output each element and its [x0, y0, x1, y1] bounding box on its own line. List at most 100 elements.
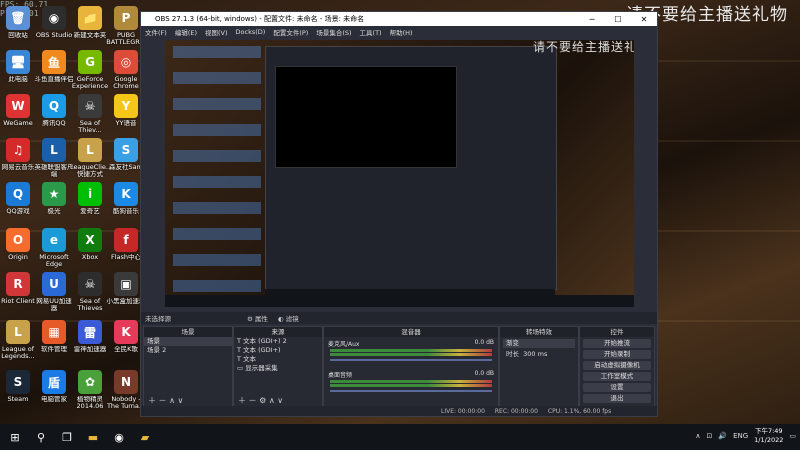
desktop-icon-kge[interactable]: K 全民K歌	[108, 320, 144, 353]
yy-icon: Y	[114, 94, 138, 118]
desktop-icon-qq[interactable]: Q 腾讯QQ	[36, 94, 72, 127]
desktop-icon-riot[interactable]: R Riot Client	[0, 272, 36, 305]
start-recording-button[interactable]: 开始录制	[583, 350, 651, 359]
desktop-icon-edge[interactable]: e Microsoft Edge	[36, 228, 72, 268]
studio-mode-button[interactable]: 工作室模式	[583, 372, 651, 381]
lol-icon: L	[6, 320, 30, 344]
obs-titlebar[interactable]: OBS 27.1.3 (64-bit, windows) - 配置文件: 未命名…	[141, 12, 657, 26]
network-icon[interactable]: ⊡	[706, 432, 712, 440]
desktop-icon-yy[interactable]: Y YY语音	[108, 94, 144, 127]
desktop-icon-xiaoheihe[interactable]: ▣ 小黑盒加速器	[107, 272, 146, 305]
language-indicator[interactable]: ENG	[733, 432, 748, 440]
desktop-icon-douyu[interactable]: 鱼斗鱼直播伴侣	[35, 50, 74, 83]
up-icon[interactable]: ∧	[169, 396, 175, 405]
menu-docks[interactable]: Docks(D)	[236, 28, 266, 36]
desktop-icon-label: 雷神加速器	[73, 346, 107, 353]
source-item[interactable]: T 文本 (GDI+) 2	[234, 337, 322, 346]
add-icon[interactable]: ＋	[148, 396, 156, 405]
transition-duration[interactable]: 时长 300 ms	[503, 350, 575, 359]
settings-button[interactable]: 设置	[583, 383, 651, 392]
clock[interactable]: 下午7:49 1/1/2022	[754, 427, 783, 445]
obs-preview[interactable]: 请不要给主播送礼物	[165, 40, 634, 307]
virtual-camera-button[interactable]: 启动虚拟摄像机	[583, 361, 651, 370]
remove-icon[interactable]: －	[159, 396, 167, 405]
remove-icon[interactable]: －	[249, 396, 257, 405]
desktop-icon-computer[interactable]: 🖥 此电脑	[0, 50, 36, 83]
maximize-icon[interactable]: ☐	[605, 15, 631, 24]
desktop-icon-jiguang[interactable]: ★ 极光	[36, 182, 72, 215]
notification-icon[interactable]: ▭	[789, 432, 796, 440]
desktop-icon-software-manager[interactable]: ▦ 软件管理	[36, 320, 72, 353]
desktop-icon-league-client[interactable]: L LeagueClie... 快捷方式	[70, 138, 110, 178]
properties-button[interactable]: ⚙ 属性	[247, 313, 268, 323]
menu-view[interactable]: 视图(V)	[205, 27, 228, 37]
desktop-icon-qq-game[interactable]: Q QQ游戏	[0, 182, 36, 215]
folder-taskbar-icon[interactable]: ▰	[134, 426, 156, 448]
desktop-icon-flash[interactable]: f Flash中心	[108, 228, 144, 261]
desktop-icon-sam[interactable]: S 森友社Sam	[108, 138, 144, 171]
desktop-icon-chrome[interactable]: ◎ Google Chrome	[108, 50, 144, 90]
geforce-icon: G	[78, 50, 102, 74]
scene-item[interactable]: 场景	[144, 337, 232, 346]
desktop-icon-obs[interactable]: ◉ OBS Studio	[36, 6, 72, 39]
menu-scene-collection[interactable]: 场景集合(S)	[316, 27, 351, 37]
source-item[interactable]: T 文本 (GDI+)	[234, 346, 322, 355]
desktop-icon-origin[interactable]: O Origin	[0, 228, 36, 261]
desktop-icon-lol-client[interactable]: L 英雄联盟客户端	[35, 138, 74, 178]
down-icon[interactable]: ∨	[178, 396, 184, 405]
menu-profile[interactable]: 配置文件(P)	[273, 27, 308, 37]
source-item[interactable]: T 文本	[234, 355, 322, 364]
desktop-icon-netease-music[interactable]: ♫ 网易云音乐	[0, 138, 36, 171]
filters-button[interactable]: ◐ 滤镜	[278, 313, 299, 323]
desktop-icon-label: Riot Client	[1, 298, 35, 305]
desktop-icon-label: 网易云音乐	[1, 164, 35, 171]
netease-music-icon: ♫	[6, 138, 30, 162]
desktop-icon-xbox[interactable]: X Xbox	[72, 228, 108, 261]
desktop-icon-pc-manager[interactable]: 盾电脑管家	[36, 370, 72, 403]
obs-window[interactable]: OBS 27.1.3 (64-bit, windows) - 配置文件: 未命名…	[140, 11, 658, 417]
desktop-icon-nobody[interactable]: N Nobody - The Turna...	[107, 370, 145, 410]
desktop-icon-kugou[interactable]: K 酷狗音乐	[108, 182, 144, 215]
desktop-icon-wegame[interactable]: W WeGame	[0, 94, 36, 127]
menu-edit[interactable]: 编辑(E)	[175, 27, 197, 37]
down-icon[interactable]: ∨	[277, 396, 283, 405]
exit-button[interactable]: 退出	[583, 394, 651, 403]
desktop-icon-sea-of-thieves-2[interactable]: ☠ Sea of Thieves	[72, 272, 108, 312]
live-timer: LIVE: 00:00:00	[441, 407, 485, 415]
chevron-up-icon[interactable]: ∧	[695, 432, 700, 440]
desktop-volume-slider[interactable]	[330, 390, 492, 392]
desktop-icon-recycle-bin[interactable]: 🗑 回收站	[0, 6, 36, 39]
desktop-icon-iqiyi[interactable]: i 爱奇艺	[72, 182, 108, 215]
windows-start-icon[interactable]: ⊞	[4, 426, 26, 448]
desktop-icon-lol[interactable]: L League of Legends...	[0, 320, 36, 360]
volume-icon[interactable]: 🔊	[718, 432, 727, 440]
desktop-icon-plant[interactable]: ✿ 植物精灵 2014.06	[72, 370, 108, 410]
up-icon[interactable]: ∧	[269, 396, 275, 405]
source-item[interactable]: ▭ 显示器采集	[234, 364, 322, 373]
desktop-icon-steam[interactable]: S Steam	[0, 370, 36, 403]
mic-volume-slider[interactable]	[330, 359, 492, 361]
start-streaming-button[interactable]: 开始推流	[583, 339, 651, 348]
menu-file[interactable]: 文件(F)	[145, 27, 167, 37]
controls-header: 控件	[580, 327, 654, 337]
file-explorer-icon[interactable]: ▬	[82, 426, 104, 448]
scene-item[interactable]: 场景 2	[144, 346, 232, 355]
add-icon[interactable]: ＋	[238, 396, 246, 405]
desktop-icon-folder[interactable]: 📁 新建文本夹	[72, 6, 108, 39]
minimize-icon[interactable]: ─	[579, 15, 605, 24]
search-icon[interactable]: ⚲	[30, 426, 52, 448]
menu-tools[interactable]: 工具(T)	[360, 27, 382, 37]
transition-select[interactable]: 渐变	[503, 339, 575, 348]
close-icon[interactable]: ✕	[631, 15, 657, 24]
desktop-icon-uu[interactable]: U 网易UU加速器	[36, 272, 72, 312]
desktop-icon-leishen[interactable]: 雷雷神加速器	[72, 320, 108, 353]
douyu-icon: 鱼	[42, 50, 66, 74]
gear-icon[interactable]: ⚙	[259, 396, 266, 405]
menu-help[interactable]: 帮助(H)	[390, 27, 413, 37]
desktop-icon-pubg[interactable]: P PUBG BATTLEGR...	[106, 6, 146, 46]
desktop-icon-sea-of-thieves[interactable]: ☠ Sea of Thiev...	[72, 94, 108, 134]
desktop-icon-label: Origin	[8, 254, 28, 261]
obs-taskbar-icon[interactable]: ◉	[108, 426, 130, 448]
task-view-icon[interactable]: ❐	[56, 426, 78, 448]
desktop-icon-geforce[interactable]: G GeForce Experience	[72, 50, 108, 90]
